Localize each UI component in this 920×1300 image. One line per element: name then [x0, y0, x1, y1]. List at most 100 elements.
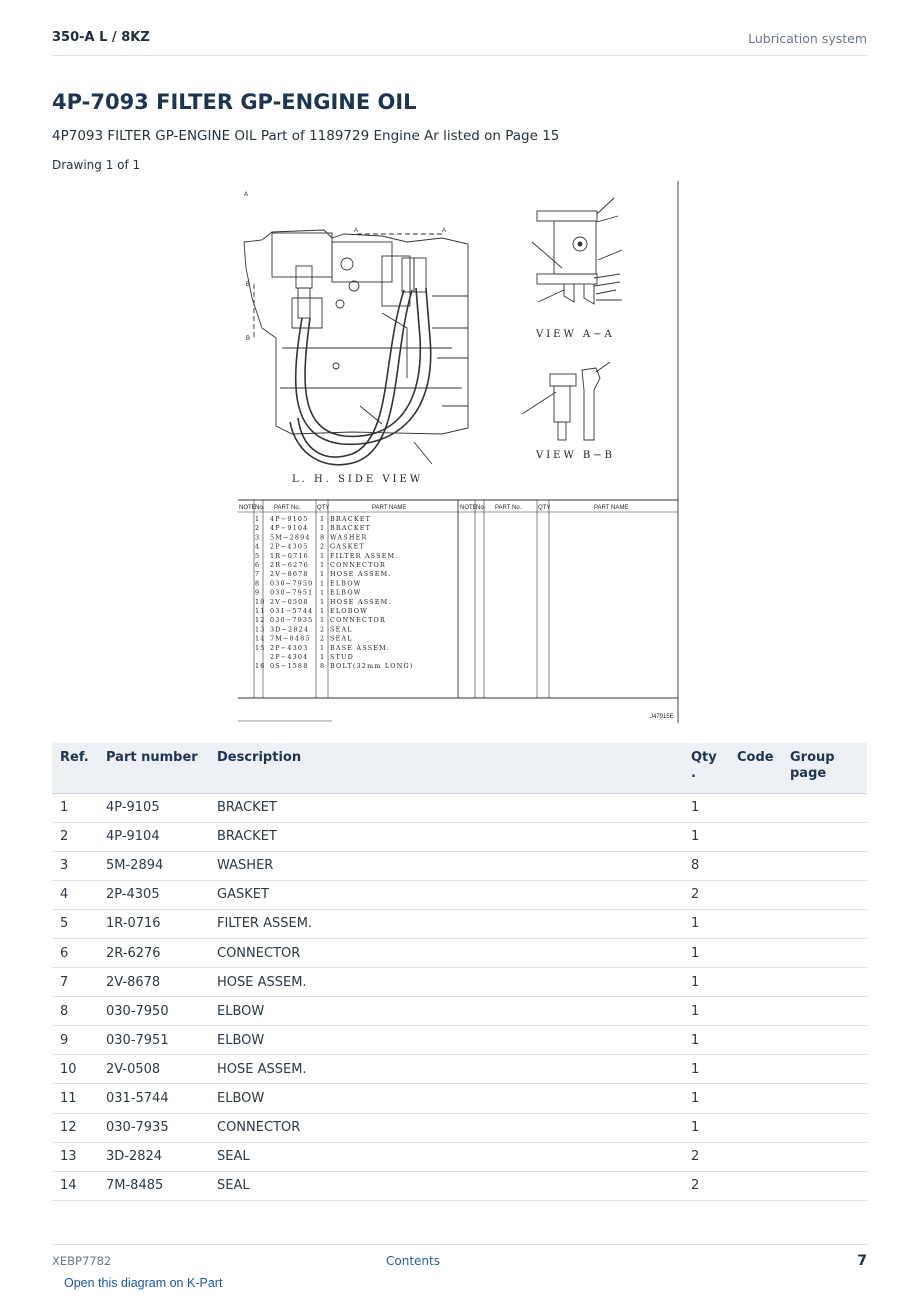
cell-qty: 1	[683, 822, 729, 852]
diagram-row-name: ELBOW	[330, 579, 362, 587]
parts-table-header: Ref. Part number Description Qty. Code G…	[52, 743, 867, 794]
cell-ref: 1	[52, 793, 98, 823]
parts-table-body: 1 4P-9105 BRACKET 1 2 4P-9104 BRACKET 1 3 5M-2894…	[52, 793, 867, 1201]
diagram-row-qty: 1	[320, 607, 325, 615]
cell-part-number: 2V-0508	[98, 1054, 209, 1085]
diagram-row-qty: 1	[320, 644, 325, 652]
cell-ref: 10	[52, 1054, 98, 1085]
dtable-head-note: NOTE	[239, 505, 256, 511]
diagram-row-name: BASE ASSEM.	[330, 644, 390, 652]
diagram-row-part: 031−5744	[270, 607, 313, 615]
diagram-row-no: 8	[255, 579, 260, 587]
cell-code	[729, 967, 782, 998]
drawing-count: Drawing 1 of 1	[52, 158, 141, 172]
dtable-head-qty: QTY	[317, 505, 329, 511]
diagram-row-part: 030−7935	[270, 616, 313, 624]
cell-part-number: 031-5744	[98, 1083, 209, 1114]
contents-link[interactable]: Contents	[386, 1254, 440, 1268]
kpart-link[interactable]: Open this diagram on K-Part	[64, 1276, 222, 1290]
page-footer: XEBP7782 Contents 7	[52, 1244, 867, 1274]
table-row: 7 2V-8678 HOSE ASSEM. 1	[52, 967, 867, 998]
cell-group-page	[782, 793, 867, 823]
cell-group-page	[782, 1025, 867, 1056]
cell-code	[729, 793, 782, 823]
cell-qty: 1	[683, 1083, 729, 1114]
dtable-head-no: No.	[255, 505, 265, 511]
diagram-row-qty: 8	[320, 662, 325, 670]
cell-group-page	[782, 1113, 867, 1143]
diagram-row-no: 13	[255, 625, 266, 633]
cell-ref: 7	[52, 967, 98, 998]
cell-ref: 6	[52, 938, 98, 969]
view-b-label: VIEW B−B	[535, 450, 615, 461]
cell-description: CONNECTOR	[209, 938, 683, 969]
table-row: 12 030-7935 CONNECTOR 1	[52, 1113, 867, 1143]
diagram-row-part: 3D−2824	[270, 625, 309, 633]
cell-code	[729, 1025, 782, 1056]
cell-part-number: 2P-4305	[98, 880, 209, 910]
cell-ref: 14	[52, 1171, 98, 1201]
diagram-row-part: 1R−0716	[270, 552, 309, 560]
diagram-row-no: 14	[255, 635, 266, 643]
table-row: 1 4P-9105 BRACKET 1	[52, 793, 867, 823]
diagram-row-name: CONNECTOR	[330, 561, 386, 569]
cell-ref: 4	[52, 880, 98, 910]
page-header: 350-A L / 8KZ Lubrication system	[52, 28, 867, 56]
cell-part-number: 2R-6276	[98, 938, 209, 969]
cell-part-number: 030-7951	[98, 1025, 209, 1056]
col-part-number: Part number	[98, 743, 209, 794]
dtable-head-no-2: No.	[476, 505, 486, 511]
diagram-row-part: 030−7951	[270, 589, 313, 597]
cell-part-number: 4P-9105	[98, 793, 209, 823]
cell-ref: 11	[52, 1083, 98, 1114]
diagram-row-name: BRACKET	[330, 524, 371, 532]
diagram-row-no: 10	[255, 598, 266, 606]
cell-code	[729, 1054, 782, 1085]
diagram-row-qty: 1	[320, 653, 325, 661]
diagram-row-name: GASKET	[330, 543, 365, 551]
diagram-row-no: 2	[255, 524, 260, 532]
diagram-row-qty: 2	[320, 625, 325, 633]
table-row: 11 031-5744 ELBOW 1	[52, 1083, 867, 1114]
side-view-label: L. H. SIDE VIEW	[292, 474, 423, 485]
cell-code	[729, 996, 782, 1027]
cell-ref: 13	[52, 1142, 98, 1172]
diagram-row-name: SEAL	[330, 635, 353, 643]
cell-qty: 1	[683, 1054, 729, 1085]
diagram-row-qty: 1	[320, 515, 325, 523]
cell-part-number: 030-7950	[98, 996, 209, 1027]
model-label: 350-A L / 8KZ	[52, 30, 150, 45]
dtable-head-partname: PART NAME	[372, 505, 406, 511]
table-row: 13 3D-2824 SEAL 2	[52, 1142, 867, 1172]
diagram-row-part: 7M−8485	[270, 635, 311, 643]
diagram-row-qty: 1	[320, 579, 325, 587]
diagram-row-qty: 2	[320, 635, 325, 643]
cell-ref: 3	[52, 851, 98, 881]
cell-qty: 1	[683, 938, 729, 969]
drawing-code: J47915E	[650, 714, 674, 720]
diagram-row-part: 4P−9104	[270, 524, 308, 532]
diagram-row-part: 4P−9105	[270, 515, 308, 523]
col-qty: Qty.	[683, 743, 729, 794]
diagram-row-qty: 1	[320, 524, 325, 532]
cell-group-page	[782, 967, 867, 998]
col-qty-label: Qty	[691, 750, 717, 765]
table-row: 9 030-7951 ELBOW 1	[52, 1025, 867, 1056]
doc-id: XEBP7782	[52, 1254, 112, 1268]
cell-code	[729, 1113, 782, 1143]
cell-part-number: 1R-0716	[98, 909, 209, 939]
cell-code	[729, 822, 782, 852]
diagram-row-part: 030−7950	[270, 579, 313, 587]
cell-ref: 9	[52, 1025, 98, 1056]
marker-b-bottom: B	[246, 336, 250, 342]
cell-code	[729, 1171, 782, 1201]
diagram-row-qty: 1	[320, 598, 325, 606]
cell-group-page	[782, 938, 867, 969]
diagram-row-no: 3	[255, 533, 260, 541]
cell-description: CONNECTOR	[209, 1113, 683, 1143]
diagram-row-qty: 8	[320, 533, 325, 541]
cell-description: SEAL	[209, 1142, 683, 1172]
cell-description: ELBOW	[209, 1025, 683, 1056]
cell-group-page	[782, 822, 867, 852]
table-row: 10 2V-0508 HOSE ASSEM. 1	[52, 1054, 867, 1085]
